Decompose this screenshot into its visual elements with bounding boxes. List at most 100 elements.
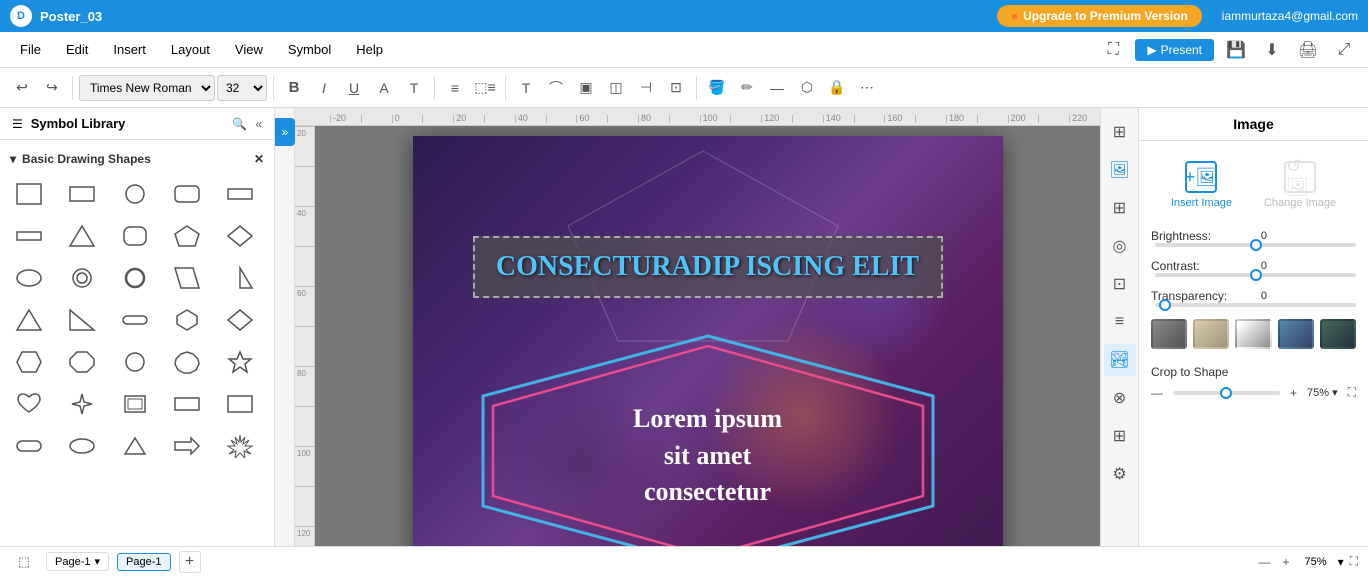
shapes-category[interactable]: ▾ Basic Drawing Shapes ✕ <box>8 148 266 170</box>
shape-decagon[interactable] <box>166 344 208 380</box>
shape-burst[interactable] <box>219 428 261 464</box>
path-button[interactable]: ⌒ <box>542 74 570 102</box>
shape-circle-3[interactable] <box>114 344 156 380</box>
shape-arrow-r[interactable] <box>166 428 208 464</box>
stack-icon[interactable]: ≡ <box>1104 306 1136 338</box>
filter-cool[interactable] <box>1278 319 1314 349</box>
canvas-frame[interactable]: CONSECTURADIP ISCING ELIT Lorem ipsumsit… <box>315 126 1100 546</box>
shape-oct[interactable] <box>61 344 103 380</box>
shape-square[interactable] <box>8 176 50 212</box>
canvas-fullscreen-button[interactable]: ⛶ <box>1350 554 1358 569</box>
shape-circle[interactable] <box>114 176 156 212</box>
shape-rounded-square[interactable] <box>114 218 156 254</box>
brightness-slider[interactable] <box>1155 243 1356 247</box>
present-button[interactable]: ▶ Present <box>1135 39 1214 61</box>
insert-image-button[interactable]: +🖼 Insert Image <box>1159 153 1244 217</box>
connect-icon[interactable]: ⊗ <box>1104 382 1136 414</box>
shape-right-triangle-2[interactable] <box>61 302 103 338</box>
shape-right-triangle[interactable] <box>219 260 261 296</box>
align-options-button[interactable]: ⬚≡ <box>471 74 499 102</box>
search-icon[interactable]: 🔍 <box>232 117 247 131</box>
shape-rect-h[interactable] <box>61 176 103 212</box>
shape-hexagon-2[interactable] <box>219 302 261 338</box>
undo-button[interactable]: ↩ <box>8 74 36 102</box>
line-style-button[interactable]: — <box>763 74 791 102</box>
menu-edit[interactable]: Edit <box>56 38 98 61</box>
filter-dark[interactable] <box>1320 319 1356 349</box>
table-icon[interactable]: ⊞ <box>1104 420 1136 452</box>
pen-button[interactable]: ✏ <box>733 74 761 102</box>
poster-body-text[interactable]: Lorem ipsumsit ametconsectetur <box>633 401 782 510</box>
shape-diamond[interactable] <box>219 218 261 254</box>
layer-button[interactable]: ▣ <box>572 74 600 102</box>
frame-button[interactable]: ◫ <box>602 74 630 102</box>
text-style-button[interactable]: T <box>400 74 428 102</box>
underline-button[interactable]: U <box>340 74 368 102</box>
shape-ellipse[interactable] <box>8 260 50 296</box>
image-icon active[interactable]: 🖼 <box>1104 154 1136 186</box>
filter-original[interactable] <box>1151 319 1187 349</box>
filter-warm[interactable] <box>1193 319 1229 349</box>
print-icon[interactable]: 🖨 <box>1294 36 1322 64</box>
fullscreen-icon[interactable]: ⛶ <box>1099 36 1127 64</box>
fill-button[interactable]: 🪣 <box>703 74 731 102</box>
photo-icon[interactable]: 🏞 <box>1104 344 1136 376</box>
page-dropdown[interactable]: Page-1 ▾ <box>46 552 109 571</box>
align-left-button[interactable]: ≡ <box>441 74 469 102</box>
fullscreen-canvas-btn[interactable]: ⛶ <box>1348 385 1356 400</box>
bold-button[interactable]: B <box>280 74 308 102</box>
shape-rect-3[interactable] <box>219 386 261 422</box>
settings-icon[interactable]: ⚙ <box>1104 458 1136 490</box>
shape-stadium[interactable] <box>114 302 156 338</box>
lock-button[interactable]: 🔒 <box>823 74 851 102</box>
shape-rounded-rect-2[interactable] <box>8 428 50 464</box>
layers-icon[interactable]: ⊞ <box>1104 116 1136 148</box>
poster-canvas[interactable]: CONSECTURADIP ISCING ELIT Lorem ipsumsit… <box>413 136 1003 546</box>
panel-menu-icon[interactable]: ☰ <box>12 117 23 131</box>
menu-layout[interactable]: Layout <box>161 38 220 61</box>
filter-contrast[interactable] <box>1235 319 1271 349</box>
shape-wide-rect-2[interactable] <box>166 386 208 422</box>
shape-circle-thick[interactable] <box>114 260 156 296</box>
shape-star-4[interactable] <box>61 386 103 422</box>
shape-wide-rect[interactable] <box>219 176 261 212</box>
zoom-dropdown-arrow[interactable]: ▾ <box>1338 555 1344 569</box>
font-family-select[interactable]: Times New Roman <box>79 75 215 101</box>
change-image-button[interactable]: ↺🖼 Change Image <box>1252 153 1348 217</box>
more-button[interactable]: ⋯ <box>853 74 881 102</box>
save-icon[interactable]: 💾 <box>1222 36 1250 64</box>
transparency-slider[interactable] <box>1155 303 1356 307</box>
zoom-out-button[interactable]: — <box>1255 555 1275 569</box>
contrast-slider[interactable] <box>1155 273 1356 277</box>
shape-triangle-3[interactable] <box>114 428 156 464</box>
shape-hex-3[interactable] <box>8 344 50 380</box>
category-close-icon[interactable]: ✕ <box>254 152 264 166</box>
zoom-in-button[interactable]: + <box>1279 555 1294 569</box>
page-tab-1[interactable]: Page-1 <box>117 553 170 571</box>
text-content-box[interactable]: CONSECTURADIP ISCING ELIT <box>473 236 943 298</box>
shape-rect-outline[interactable] <box>114 386 156 422</box>
font-size-select[interactable]: 32 <box>217 75 267 101</box>
text-color-button[interactable]: A <box>370 74 398 102</box>
effects-icon[interactable]: ◎ <box>1104 230 1136 262</box>
menu-file[interactable]: File <box>10 38 51 61</box>
crop-slider[interactable] <box>1173 391 1280 395</box>
poster-title[interactable]: CONSECTURADIP ISCING ELIT <box>495 250 921 284</box>
shape-thin-rect[interactable] <box>8 218 50 254</box>
grid-icon[interactable]: ⊞ <box>1104 192 1136 224</box>
menu-insert[interactable]: Insert <box>103 38 156 61</box>
share-icon[interactable]: ⤢ <box>1330 36 1358 64</box>
shape-hexagon[interactable] <box>166 302 208 338</box>
collapse-icon[interactable]: « <box>255 117 262 131</box>
shape-ellipse-2[interactable] <box>61 428 103 464</box>
zoom-plus[interactable]: + <box>1290 386 1297 400</box>
download-icon[interactable]: ⬇ <box>1258 36 1286 64</box>
redo-button[interactable]: ↪ <box>38 74 66 102</box>
upgrade-button[interactable]: Upgrade to Premium Version <box>997 5 1202 27</box>
shape-heart[interactable] <box>8 386 50 422</box>
shape-ring[interactable] <box>61 260 103 296</box>
menu-view[interactable]: View <box>225 38 273 61</box>
add-page-button[interactable]: + <box>179 551 201 573</box>
anchor-button[interactable]: ⊣ <box>632 74 660 102</box>
menu-symbol[interactable]: Symbol <box>278 38 341 61</box>
